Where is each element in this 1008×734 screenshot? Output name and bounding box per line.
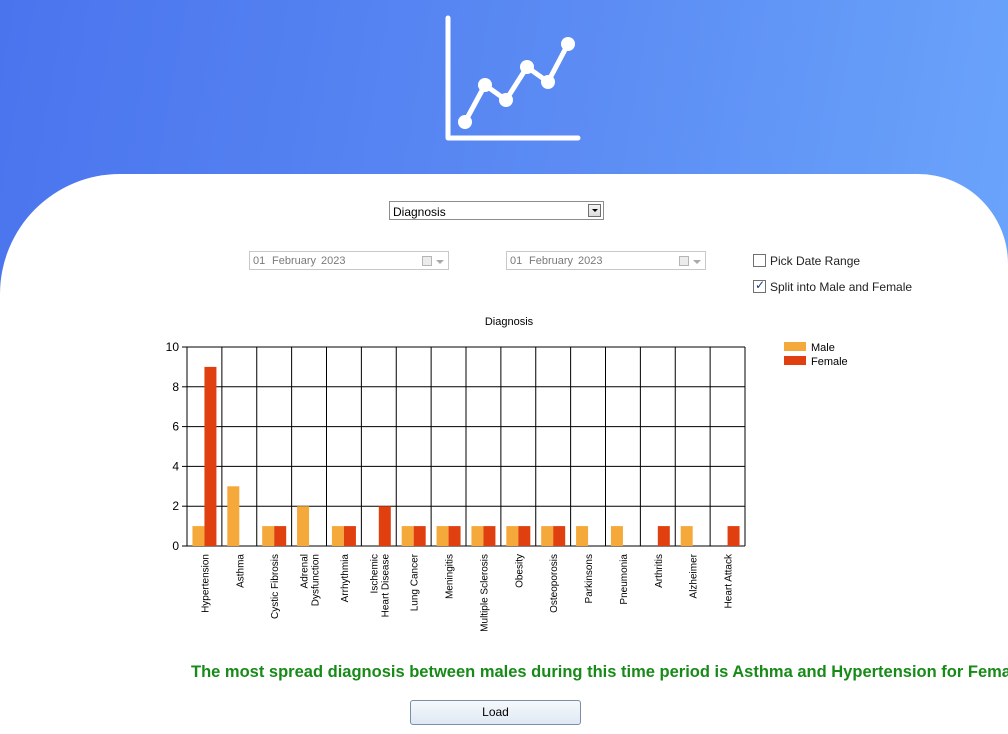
date-to-picker[interactable]: 01 February 2023: [506, 251, 706, 270]
bar-male: [541, 526, 554, 546]
bar-female: [378, 506, 391, 546]
x-tick-label: Heart Disease: [380, 554, 391, 618]
dropdown-arrow-icon[interactable]: [588, 204, 601, 217]
x-tick-label: Cystic Fibrosis: [270, 554, 281, 619]
date-to-day: 01: [510, 255, 523, 267]
x-tick-label: Hypertension: [200, 554, 211, 613]
legend-label-male: Male: [811, 342, 835, 354]
x-tick-label: Alzheimer: [689, 553, 700, 598]
summary-message: The most spread diagnosis between males …: [191, 663, 1008, 681]
date-from-month: February: [272, 255, 317, 267]
bar-male: [297, 506, 310, 546]
bar-male: [262, 526, 275, 546]
x-tick-label: Lung Cancer: [410, 553, 421, 611]
load-button[interactable]: Load: [410, 700, 581, 725]
legend-swatch-female: [784, 356, 806, 365]
bar-female: [343, 526, 356, 546]
x-tick-label: Adrenal: [300, 554, 311, 588]
y-tick-label: 0: [172, 539, 179, 553]
pick-date-range-label[interactable]: Pick Date Range: [770, 254, 860, 268]
x-tick-label: Dysfunction: [311, 554, 322, 606]
bar-female: [448, 526, 461, 546]
bar-male: [610, 526, 623, 546]
x-tick-label: Arthritis: [654, 554, 665, 588]
bar-female: [657, 526, 670, 546]
calendar-icon[interactable]: [679, 256, 689, 266]
chart-title: Diagnosis: [485, 316, 534, 328]
x-tick-label: Heart Attack: [724, 553, 735, 608]
y-tick-label: 8: [172, 380, 179, 394]
x-tick-label: Osteoporosis: [549, 554, 560, 613]
x-tick-label: Meningitis: [445, 554, 456, 599]
bar-male: [192, 526, 205, 546]
y-tick-label: 2: [172, 499, 179, 513]
x-tick-label: Asthma: [235, 554, 246, 588]
bar-female: [413, 526, 426, 546]
bar-female: [553, 526, 566, 546]
legend-label-female: Female: [811, 356, 848, 368]
split-gender-label[interactable]: Split into Male and Female: [770, 280, 912, 294]
y-tick-label: 10: [166, 340, 180, 354]
bar-male: [227, 486, 240, 546]
line-chart-logo-icon: [445, 15, 581, 141]
date-to-year: 2023: [578, 255, 603, 267]
bar-male: [471, 526, 484, 546]
diagnosis-dropdown-value: Diagnosis: [393, 205, 446, 219]
chevron-down-icon[interactable]: [693, 260, 701, 264]
diagnosis-chart: Diagnosis 0 2 4 6 8 10 Hypertension Asthma Cystic…: [166, 316, 848, 632]
x-tick-label: Arrhythmia: [340, 554, 351, 603]
bar-male: [506, 526, 519, 546]
x-tick-label: Multiple Sclerosis: [479, 554, 490, 632]
bar-female: [727, 526, 740, 546]
calendar-icon[interactable]: [422, 256, 432, 266]
date-from-picker[interactable]: 01 February 2023: [249, 251, 449, 270]
date-from-day: 01: [253, 255, 266, 267]
x-tick-label: Pneumonia: [619, 554, 630, 605]
x-tick-label: Ischemic: [369, 554, 380, 593]
x-tick-label: Parkinsons: [584, 554, 595, 603]
date-from-year: 2023: [321, 255, 346, 267]
diagnosis-dropdown[interactable]: Diagnosis: [389, 201, 604, 220]
pick-date-range-checkbox[interactable]: [753, 254, 766, 267]
split-gender-checkbox[interactable]: [753, 278, 766, 293]
bar-male: [436, 526, 449, 546]
chevron-down-icon[interactable]: [436, 260, 444, 264]
y-tick-label: 6: [172, 420, 179, 434]
bar-female: [274, 526, 287, 546]
bar-male: [680, 526, 693, 546]
date-to-month: February: [529, 255, 574, 267]
bar-male: [331, 526, 344, 546]
legend-swatch-male: [784, 342, 806, 351]
bar-male: [576, 526, 589, 546]
y-tick-label: 4: [172, 459, 179, 473]
x-tick-label: Obesity: [514, 554, 525, 588]
bar-male: [401, 526, 414, 546]
bar-female: [483, 526, 496, 546]
bar-female: [204, 366, 217, 546]
bar-female: [518, 526, 531, 546]
